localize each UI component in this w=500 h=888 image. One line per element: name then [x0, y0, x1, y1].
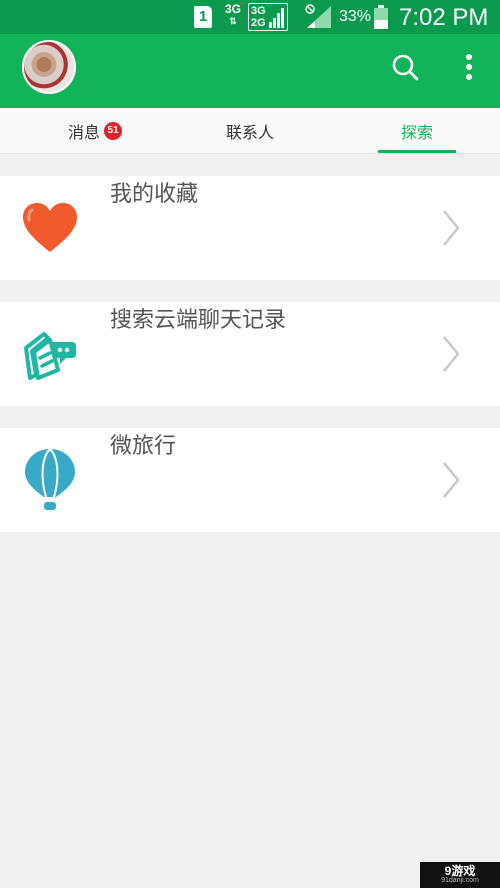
tab-bar: 消息 51 联系人 探索: [0, 108, 500, 154]
app-bar: [0, 34, 500, 108]
unread-badge: 51: [104, 122, 122, 140]
network-type-2: 3G 2G: [248, 3, 288, 31]
list-item-micro-travel[interactable]: 微旅行: [0, 428, 500, 532]
more-vertical-icon: [466, 54, 472, 80]
signal-weak-icon: [307, 6, 331, 28]
list-item-label: 微旅行: [110, 434, 177, 459]
search-icon: [392, 54, 419, 81]
tab-messages-label: 消息: [67, 123, 100, 142]
search-button[interactable]: [389, 51, 421, 83]
list-item-label: 我的收藏: [110, 182, 199, 207]
more-options-button[interactable]: [453, 51, 485, 83]
tab-explore[interactable]: 探索: [367, 108, 467, 154]
signal-strength-icon: [269, 8, 284, 28]
cloud-chat-search-icon: [24, 332, 76, 380]
avatar[interactable]: [22, 40, 76, 94]
tab-contacts-label: 联系人: [225, 123, 274, 142]
battery-percent: 33%: [339, 8, 372, 25]
list-item-label: 搜索云端聊天记录: [110, 308, 287, 333]
heart-icon: [23, 203, 77, 252]
sim-card-icon: 1: [194, 6, 212, 28]
tab-contacts[interactable]: 联系人: [200, 108, 300, 154]
tab-indicator: [378, 150, 456, 153]
status-bar: 1 3G ⇅ 3G 2G 33% 7:02 PM: [0, 0, 500, 34]
hot-air-balloon-icon: [25, 448, 75, 510]
chevron-right-icon: [443, 462, 460, 498]
tab-messages[interactable]: 消息 51: [45, 108, 145, 154]
clock: 7:02 PM: [399, 4, 489, 31]
network-2-top-label: 3G: [251, 5, 266, 17]
tab-explore-label: 探索: [400, 123, 433, 142]
watermark-url: 91danji.com: [441, 877, 479, 884]
watermark-brand: 9游戏: [444, 864, 476, 878]
data-arrows-icon: ⇅: [229, 16, 237, 26]
list-item-favorites[interactable]: 我的收藏: [0, 176, 500, 280]
network-1-label: 3G: [224, 2, 241, 16]
chevron-right-icon: [443, 336, 460, 372]
chevron-right-icon: [443, 210, 460, 246]
network-2-bottom-label: 2G: [251, 17, 266, 29]
watermark-logo: 9游戏 91danji.com: [420, 862, 500, 888]
list-item-cloud-chat-search[interactable]: 搜索云端聊天记录: [0, 302, 500, 406]
network-type-1: 3G ⇅: [222, 2, 244, 27]
battery-icon: [374, 5, 388, 29]
